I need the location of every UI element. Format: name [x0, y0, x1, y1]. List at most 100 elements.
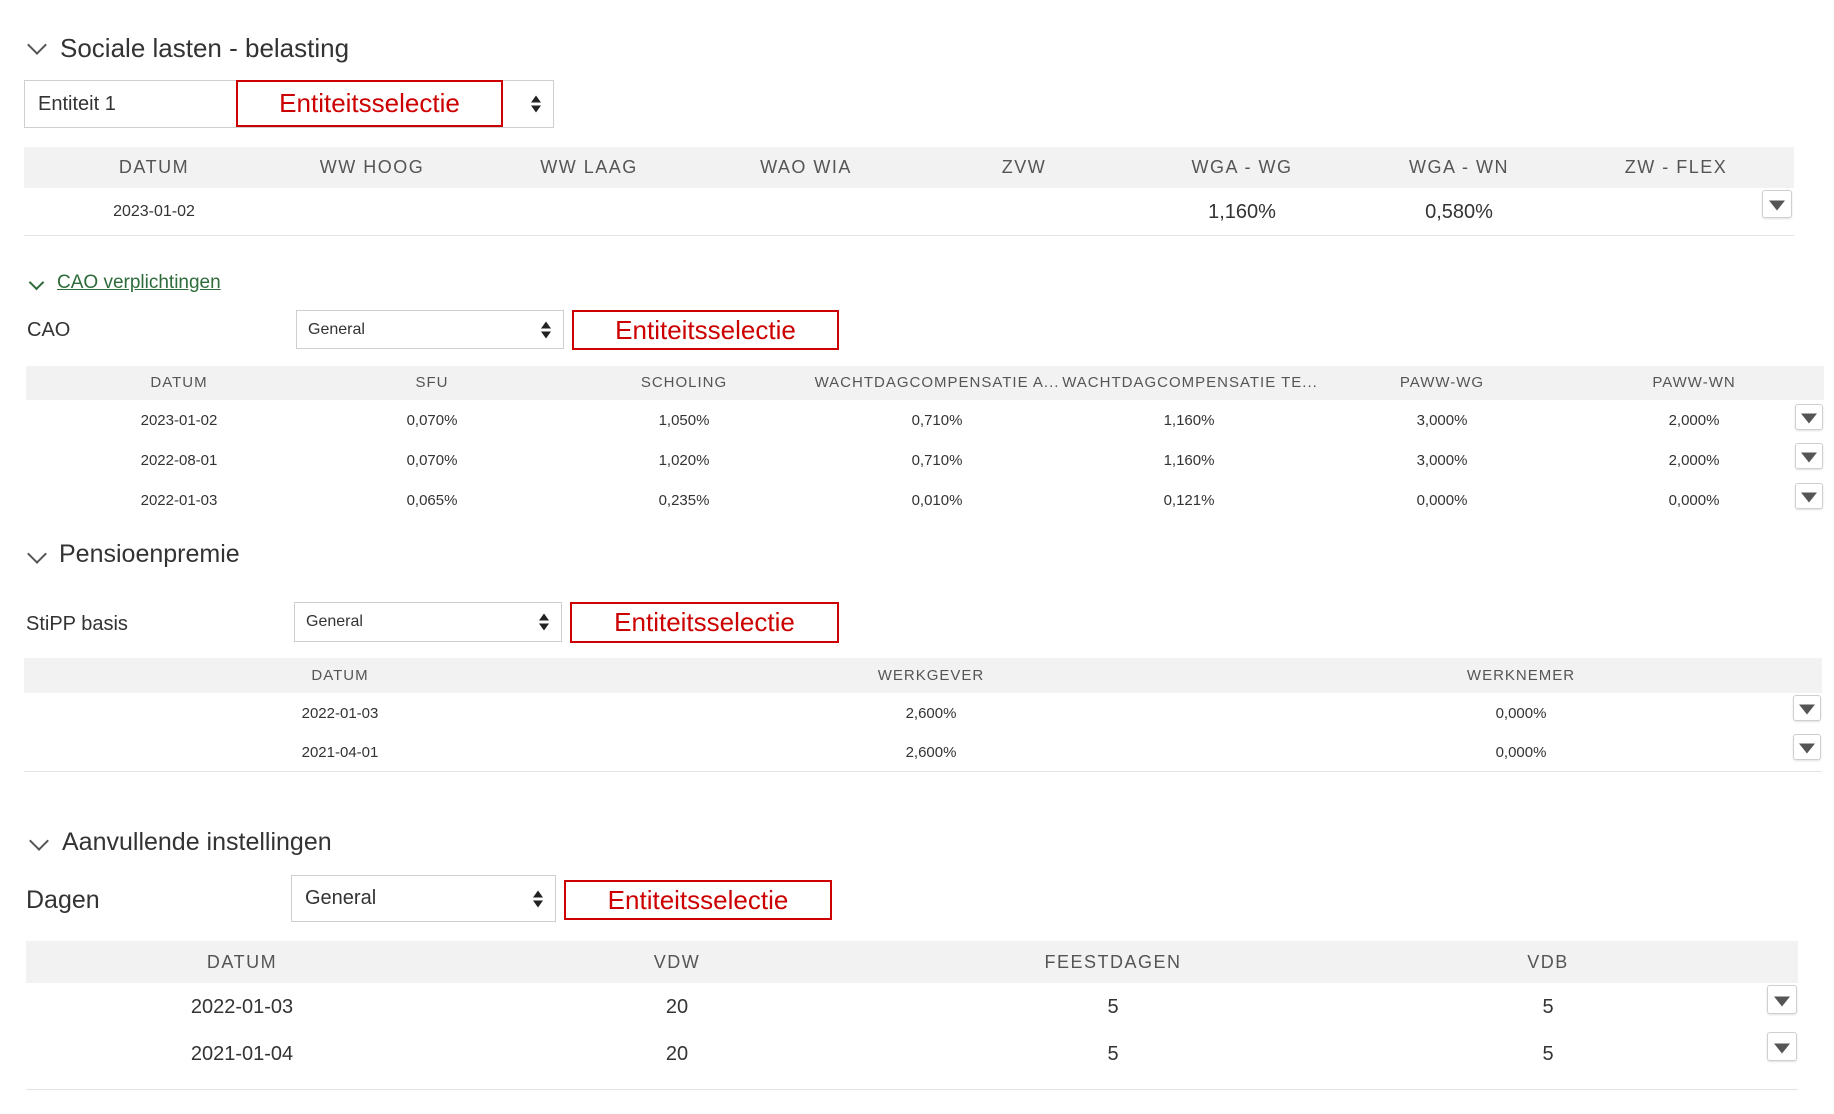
column-header[interactable]: WERKGEVER	[761, 667, 1101, 684]
column-header[interactable]: SCHOLING	[569, 374, 799, 391]
stipp-select[interactable]: General	[294, 602, 562, 642]
chevron-down-icon[interactable]	[28, 274, 45, 291]
section-title-sociale-lasten: Sociale lasten - belasting	[60, 33, 350, 63]
column-header[interactable]: DATUM	[170, 667, 510, 684]
column-header[interactable]: WGA - WG	[1152, 157, 1332, 178]
cao-label: CAO	[27, 319, 71, 341]
table-cell: 5	[1542, 996, 1554, 1018]
table-cell: 5	[1107, 1043, 1119, 1065]
table-cell: 0,065%	[406, 492, 458, 509]
table-cell: 2021-04-01	[301, 744, 379, 761]
table-cell: 0,710%	[911, 452, 963, 469]
table-row: 2022-01-03 0,065% 0,235% 0,010% 0,121% 0…	[26, 480, 1824, 520]
column-header[interactable]: WW HOOG	[282, 157, 462, 178]
table-cell: 1,160%	[1208, 201, 1276, 223]
table-row: 2021-01-04 20 5 5	[26, 1030, 1798, 1077]
column-header[interactable]: ZW - FLEX	[1586, 157, 1766, 178]
table-cell: 0,121%	[1163, 492, 1215, 509]
column-header[interactable]: DATUM	[64, 157, 244, 178]
table-cell: 0,000%	[1416, 492, 1468, 509]
chevron-down-icon[interactable]	[27, 544, 47, 564]
row-dropdown-button[interactable]	[1793, 695, 1821, 721]
divider	[26, 1089, 1798, 1090]
sociale-table-header: DATUM WW HOOG WW LAAG WAO WIA ZVW WGA - …	[24, 147, 1794, 188]
column-header[interactable]: WERKNEMER	[1351, 667, 1691, 684]
column-header[interactable]: WACHTDAGCOMPENSATIE TE...	[1042, 374, 1338, 391]
entity-selection-box: Entiteitsselectie	[236, 80, 503, 127]
divider	[24, 235, 1794, 236]
select-arrows-icon	[533, 890, 543, 907]
section-title-aanvullende-instellingen: Aanvullende instellingen	[62, 828, 332, 856]
table-cell: 5	[1107, 996, 1119, 1018]
table-cell: 2022-08-01	[140, 452, 218, 469]
column-header[interactable]: FEESTDAGEN	[963, 952, 1263, 973]
column-header[interactable]: VDW	[527, 952, 827, 973]
table-cell: 0,580%	[1425, 201, 1493, 223]
column-header[interactable]: DATUM	[92, 952, 392, 973]
column-header[interactable]: SFU	[317, 374, 547, 391]
table-cell: 2021-01-04	[190, 1043, 294, 1065]
table-row: 2023-01-02 0,070% 1,050% 0,710% 1,160% 3…	[26, 400, 1824, 440]
chevron-down-icon[interactable]	[27, 35, 47, 55]
table-cell: 0,000%	[1668, 492, 1720, 509]
column-header[interactable]: WW LAAG	[499, 157, 679, 178]
select-arrows-icon	[531, 95, 541, 113]
column-header[interactable]: PAWW-WN	[1579, 374, 1809, 391]
table-cell: 2,600%	[905, 705, 957, 722]
table-cell: 2023-01-02	[140, 412, 218, 429]
pensioen-table-header: DATUM WERKGEVER WERKNEMER	[24, 658, 1822, 693]
cao-table-header: DATUM SFU SCHOLING WACHTDAGCOMPENSATIE A…	[26, 366, 1824, 400]
table-cell: 0,000%	[1495, 705, 1547, 722]
table-cell: 0,235%	[658, 492, 710, 509]
table-cell: 1,160%	[1163, 452, 1215, 469]
dagen-select[interactable]: General	[291, 875, 556, 922]
stipp-label: StiPP basis	[26, 613, 128, 635]
table-cell: 0,710%	[911, 412, 963, 429]
cao-select[interactable]: General	[296, 310, 564, 349]
row-dropdown-button[interactable]	[1795, 443, 1823, 469]
cao-verplichtingen-link[interactable]: CAO verplichtingen	[57, 272, 221, 294]
column-header[interactable]: PAWW-WG	[1327, 374, 1557, 391]
table-cell: 2022-01-03	[140, 492, 218, 509]
table-cell: 3,000%	[1416, 452, 1468, 469]
table-cell: 0,010%	[911, 492, 963, 509]
dagen-label: Dagen	[26, 886, 100, 914]
table-row: 2022-08-01 0,070% 1,020% 0,710% 1,160% 3…	[26, 440, 1824, 480]
row-dropdown-button[interactable]	[1795, 404, 1823, 430]
divider	[24, 771, 1822, 772]
table-row: 2022-01-03 2,600% 0,000%	[24, 693, 1822, 732]
table-cell: 2,000%	[1668, 412, 1720, 429]
table-cell: 1,020%	[658, 452, 710, 469]
table-cell: 2,000%	[1668, 452, 1720, 469]
table-cell: 2,600%	[905, 744, 957, 761]
table-cell: 2022-01-03	[301, 705, 379, 722]
column-header[interactable]: WACHTDAGCOMPENSATIE A...	[789, 374, 1085, 391]
row-dropdown-button[interactable]	[1767, 985, 1797, 1014]
row-dropdown-button[interactable]	[1767, 1032, 1797, 1061]
stipp-select-value: General	[306, 613, 363, 630]
row-dropdown-button[interactable]	[1793, 734, 1821, 760]
select-arrows-icon	[541, 321, 551, 338]
table-row: 2021-04-01 2,600% 0,000%	[24, 732, 1822, 771]
table-cell: 0,070%	[406, 452, 458, 469]
column-header[interactable]: VDB	[1398, 952, 1698, 973]
table-cell: 0,070%	[406, 412, 458, 429]
table-cell: 1,050%	[658, 412, 710, 429]
cao-select-value: General	[308, 320, 365, 338]
entity-select-value: Entiteit 1	[38, 92, 116, 115]
entity-selection-box: Entiteitsselectie	[570, 602, 839, 643]
column-header[interactable]: ZVW	[934, 157, 1114, 178]
chevron-down-icon[interactable]	[29, 831, 49, 851]
column-header[interactable]: DATUM	[64, 374, 294, 391]
column-header[interactable]: WGA - WN	[1369, 157, 1549, 178]
table-cell: 1,160%	[1163, 412, 1215, 429]
table-cell: 3,000%	[1416, 412, 1468, 429]
select-arrows-icon	[539, 613, 549, 631]
table-row: 2022-01-03 20 5 5	[26, 983, 1798, 1030]
row-dropdown-button[interactable]	[1762, 190, 1792, 218]
column-header[interactable]: WAO WIA	[716, 157, 896, 178]
row-dropdown-button[interactable]	[1795, 483, 1823, 509]
section-title-pensioenpremie: Pensioenpremie	[59, 540, 240, 568]
table-cell: 20	[665, 996, 689, 1018]
aanvullend-table-header: DATUM VDW FEESTDAGEN VDB	[26, 941, 1798, 983]
